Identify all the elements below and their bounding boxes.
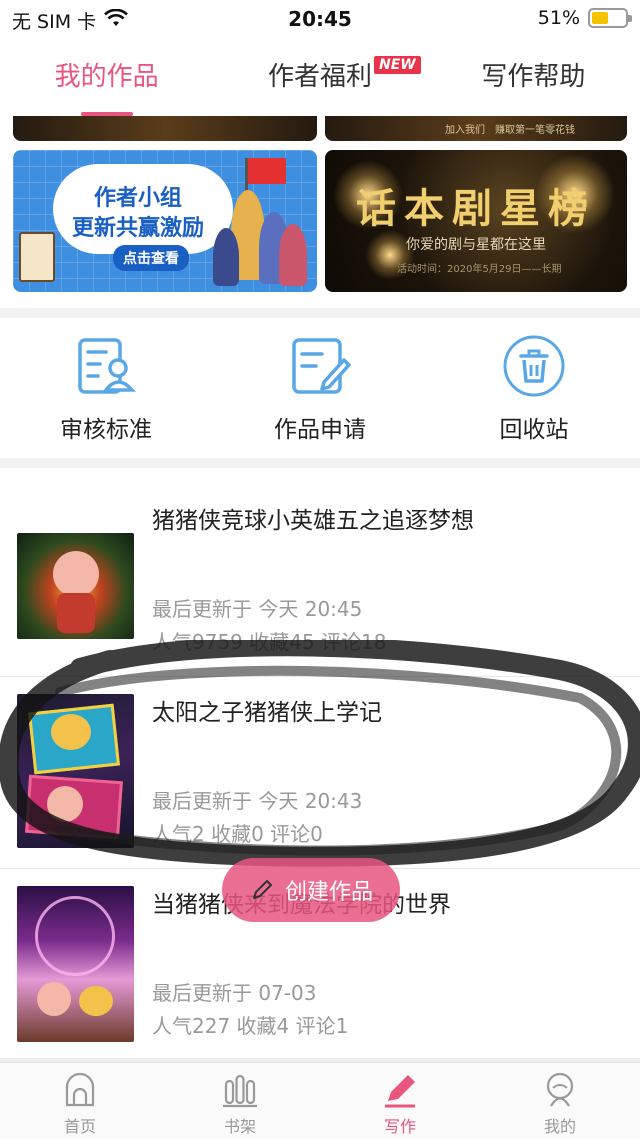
cover-magic-circle: [35, 896, 115, 976]
cartoon-person: [279, 224, 307, 286]
work-title: 猪猪侠竞球小英雄五之追逐梦想: [152, 508, 474, 534]
banner-view-button[interactable]: 点击查看: [113, 245, 189, 271]
cover-character: [79, 986, 113, 1016]
banner-right-date: 活动时间：2020年5月29日——长期: [397, 264, 562, 275]
nav-bookshelf[interactable]: 书架: [160, 1063, 320, 1139]
new-badge: NEW: [374, 56, 421, 74]
home-icon: [65, 1072, 95, 1107]
work-item[interactable]: 猪猪侠竞球小英雄五之追逐梦想 最后更新于 今天 20:45 人气9759 收藏4…: [0, 485, 640, 677]
banner-right-title: 话本剧星榜: [356, 185, 596, 232]
tab-writing-help[interactable]: 写作帮助: [427, 38, 640, 116]
bookshelf-icon: [223, 1074, 257, 1108]
banner-line-1: 作者小组: [93, 186, 182, 211]
tab-label: 作者福利: [267, 62, 372, 92]
banner-strip-left[interactable]: [13, 116, 317, 141]
work-updated: 最后更新于 07-03: [152, 981, 317, 1005]
cover-character: [51, 714, 91, 750]
banner-author-group[interactable]: 作者小组 更新共赢激励 点击查看: [13, 150, 317, 292]
action-recycle-bin[interactable]: 回收站: [454, 318, 614, 458]
quick-actions: 审核标准 作品申请 回收站: [0, 318, 640, 458]
work-apply-icon: [292, 338, 351, 394]
nav-label: 书架: [223, 1117, 256, 1136]
tab-my-works[interactable]: 我的作品: [0, 38, 213, 116]
nav-home[interactable]: 首页: [0, 1063, 160, 1139]
work-cover-image: [17, 886, 134, 1042]
cover-character: [37, 982, 71, 1016]
work-updated: 最后更新于 今天 20:45: [152, 597, 363, 621]
section-separator: [0, 308, 640, 318]
red-flag-icon: [248, 158, 286, 184]
cover-character-body: [57, 593, 95, 633]
tab-author-welfare[interactable]: 作者福利 NEW: [213, 38, 426, 116]
banner-right-subtitle: 你爱的剧与星都在这里: [406, 237, 546, 253]
action-label: 作品申请: [274, 417, 366, 443]
work-stats: 人气227 收藏4 评论1: [152, 1014, 349, 1038]
cover-character: [53, 551, 99, 597]
action-label: 回收站: [499, 417, 569, 443]
review-standard-icon: [78, 338, 136, 394]
pencil-icon: [252, 880, 272, 899]
cover-character: [47, 786, 83, 822]
tab-label: 写作帮助: [481, 62, 586, 92]
section-separator: [0, 458, 640, 468]
nav-write[interactable]: 写作: [320, 1063, 480, 1139]
work-stats: 人气9759 收藏45 评论18: [152, 630, 387, 654]
battery-icon: [588, 8, 632, 28]
nav-label: 我的: [543, 1117, 576, 1136]
work-cover-image: [17, 533, 134, 639]
status-bar: 无 SIM 卡 20:45 51%: [0, 0, 640, 38]
create-work-label: 创建作品: [284, 880, 373, 905]
top-tab-bar: 我的作品 作者福利 NEW 写作帮助: [0, 38, 640, 116]
banner-strip-text: 加入我们 赚取第一笔零花钱: [445, 125, 575, 136]
nav-label: 首页: [63, 1117, 96, 1136]
work-title: 太阳之子猪猪侠上学记: [152, 700, 382, 726]
banner-drama-star-list[interactable]: 话本剧星榜 你爱的剧与星都在这里 活动时间：2020年5月29日——长期: [325, 150, 627, 292]
work-cover-image: [17, 694, 134, 848]
work-stats: 人气2 收藏0 评论0: [152, 822, 323, 846]
action-review-standard[interactable]: 审核标准: [26, 318, 186, 458]
bottom-nav: 首页 书架 写作 我的: [0, 1062, 640, 1139]
recycle-bin-icon: [503, 335, 565, 397]
battery-percent: 51%: [537, 7, 580, 29]
banner-strip-right[interactable]: 加入我们 赚取第一笔零花钱: [325, 116, 627, 141]
create-work-button[interactable]: 创建作品: [222, 858, 400, 922]
tab-label: 我的作品: [54, 62, 159, 92]
nav-label: 写作: [383, 1117, 416, 1136]
profile-icon: [546, 1072, 574, 1107]
action-label: 审核标准: [60, 417, 152, 443]
clipboard-icon: [19, 232, 55, 282]
cartoon-person: [213, 228, 239, 286]
work-item[interactable]: 太阳之子猪猪侠上学记 最后更新于 今天 20:43 人气2 收藏0 评论0: [0, 677, 640, 869]
work-updated: 最后更新于 今天 20:43: [152, 789, 363, 813]
nav-profile[interactable]: 我的: [480, 1063, 640, 1139]
write-icon: [385, 1075, 415, 1108]
status-right: 51%: [537, 7, 632, 29]
action-work-apply[interactable]: 作品申请: [240, 318, 400, 458]
